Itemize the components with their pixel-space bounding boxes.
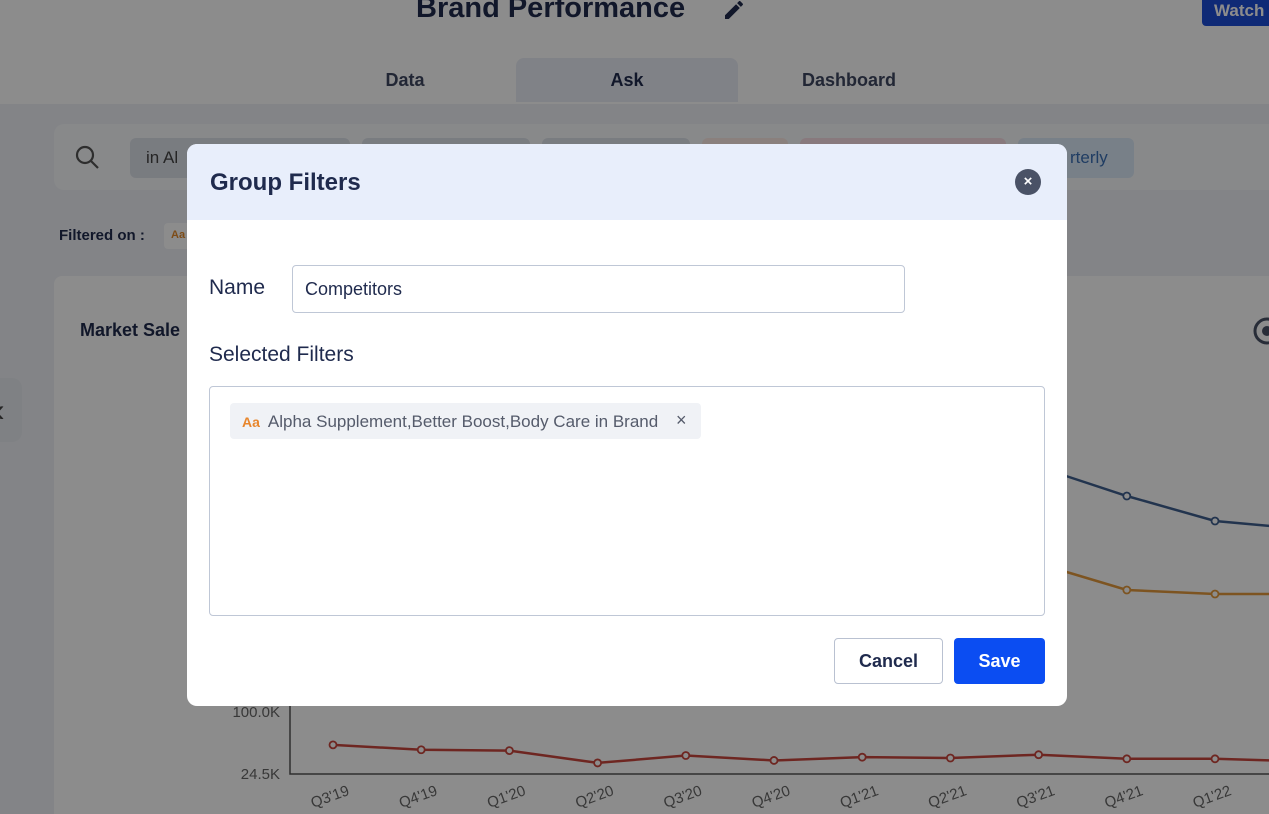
remove-filter-icon[interactable]: × — [676, 410, 687, 431]
name-label: Name — [209, 276, 266, 299]
close-icon[interactable]: × — [1015, 169, 1041, 195]
save-button[interactable]: Save — [954, 638, 1045, 684]
filter-chip[interactable]: Aa Alpha Supplement,Better Boost,Body Car… — [230, 403, 701, 439]
cancel-button[interactable]: Cancel — [834, 638, 943, 684]
selected-filters-box: Aa Alpha Supplement,Better Boost,Body Car… — [209, 386, 1045, 616]
filter-chip-text: Alpha Supplement,Better Boost,Body Care … — [267, 412, 659, 431]
text-type-icon: Aa — [242, 414, 260, 430]
group-filters-dialog: Group Filters × Name Selected Filters Aa… — [187, 144, 1067, 706]
selected-filters-label: Selected Filters — [209, 343, 354, 366]
dialog-title: Group Filters — [210, 169, 361, 196]
group-name-input[interactable] — [292, 265, 905, 313]
